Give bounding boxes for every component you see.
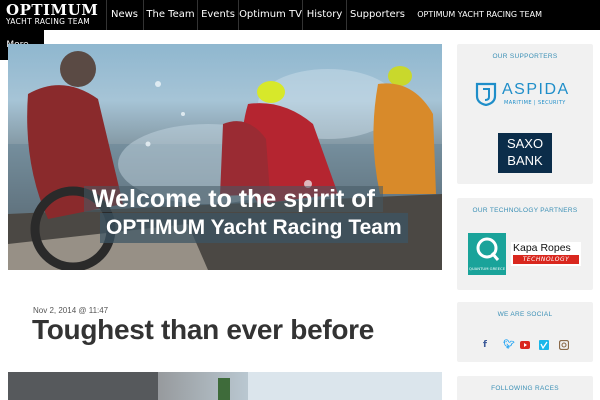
top-nav: OPTIMUM YACHT RACING TEAM News The Team … [0, 0, 600, 30]
vimeo-icon[interactable] [539, 340, 549, 353]
nav-site-title[interactable]: OPTIMUM YACHT RACING TEAM [417, 0, 542, 30]
sponsor-kapa-ropes[interactable]: Kapa Ropes TECHNOLOGY [511, 242, 581, 266]
widget-races-title: FOLLOWING RACES [491, 385, 559, 392]
post-image[interactable] [8, 372, 442, 400]
aspida-logo-icon [475, 82, 497, 106]
widget-technology-partners: OUR TECHNOLOGY PARTNERS QUANTUM GREECE K… [457, 198, 593, 290]
nav-item-news[interactable]: News [106, 0, 142, 30]
nav-item-history[interactable]: History [302, 0, 346, 30]
sponsor-quantum[interactable]: QUANTUM GREECE [468, 233, 506, 275]
kapa-subtitle: TECHNOLOGY [513, 255, 579, 264]
aspida-subtitle: MARITIME | SECURITY [504, 100, 566, 106]
widget-following-races: FOLLOWING RACES [457, 376, 593, 400]
hero-slider[interactable]: Welcome to the spirit of OPTIMUM Yacht R… [8, 44, 442, 270]
quantum-logo-icon [476, 237, 500, 261]
youtube-icon[interactable] [520, 340, 530, 353]
saxo-line1: SAXO [506, 136, 544, 151]
widget-supporters: OUR SUPPORTERS ASPIDA MARITIME | SECURIT… [457, 44, 593, 184]
kapa-name: Kapa Ropes [513, 242, 571, 254]
nav-item-supporters[interactable]: Supporters [346, 0, 408, 30]
page: OPTIMUM YACHT RACING TEAM News The Team … [0, 0, 600, 400]
quantum-label: QUANTUM GREECE [468, 266, 506, 271]
widget-social-title: WE ARE SOCIAL [497, 311, 553, 318]
site-logo[interactable]: OPTIMUM YACHT RACING TEAM [0, 0, 104, 30]
logo-tagline: YACHT RACING TEAM [6, 17, 91, 26]
instagram-icon-shape [558, 339, 570, 351]
post-title[interactable]: Toughest than ever before [32, 314, 374, 346]
widget-social: WE ARE SOCIAL f 🐦︎ [457, 302, 593, 362]
widget-tech-title: OUR TECHNOLOGY PARTNERS [472, 207, 578, 214]
facebook-icon[interactable]: f [483, 340, 487, 350]
saxo-line2: BANK [507, 153, 543, 168]
twitter-icon[interactable]: 🐦︎ [503, 340, 514, 350]
widget-supporters-title: OUR SUPPORTERS [492, 53, 558, 60]
sponsor-aspida[interactable]: ASPIDA MARITIME | SECURITY [475, 80, 575, 112]
nav-item-the-team[interactable]: The Team [143, 0, 197, 30]
post-image-graphic [8, 372, 442, 400]
instagram-icon[interactable] [558, 339, 570, 353]
vimeo-icon-shape [539, 340, 549, 350]
hero-caption-line1: Welcome to the spirit of [84, 186, 383, 212]
sponsor-saxo-bank[interactable]: SAXO BANK [498, 133, 552, 173]
aspida-name: ASPIDA [502, 81, 570, 98]
youtube-icon-shape [520, 341, 530, 349]
nav-item-optimum-tv[interactable]: Optimum TV [238, 0, 302, 30]
hero-caption-line2: OPTIMUM Yacht Racing Team [100, 213, 408, 243]
nav-item-events[interactable]: Events [197, 0, 238, 30]
